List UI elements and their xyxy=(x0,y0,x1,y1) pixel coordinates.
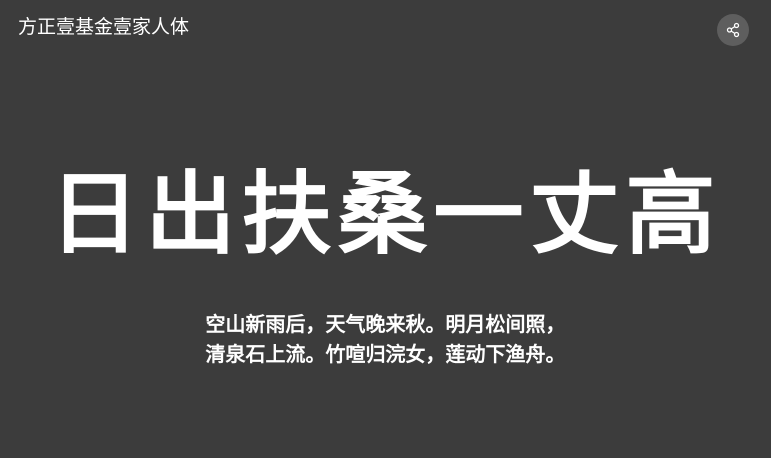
share-button[interactable] xyxy=(717,14,749,46)
font-preview-page: 方正壹基金壹家人体 日出扶桑一丈高 空山新雨后，天气晚来秋。明月松间照， 清泉石… xyxy=(0,0,771,458)
preview-poem: 空山新雨后，天气晚来秋。明月松间照， 清泉石上流。竹喧归浣女，莲动下渔舟。 xyxy=(0,309,771,369)
share-icon xyxy=(726,22,740,38)
poem-line: 清泉石上流。竹喧归浣女，莲动下渔舟。 xyxy=(205,342,566,366)
preview-headline: 日出扶桑一丈高 xyxy=(49,162,722,267)
poem-line: 空山新雨后，天气晚来秋。明月松间照， xyxy=(205,312,566,336)
font-name-title: 方正壹基金壹家人体 xyxy=(18,16,190,38)
